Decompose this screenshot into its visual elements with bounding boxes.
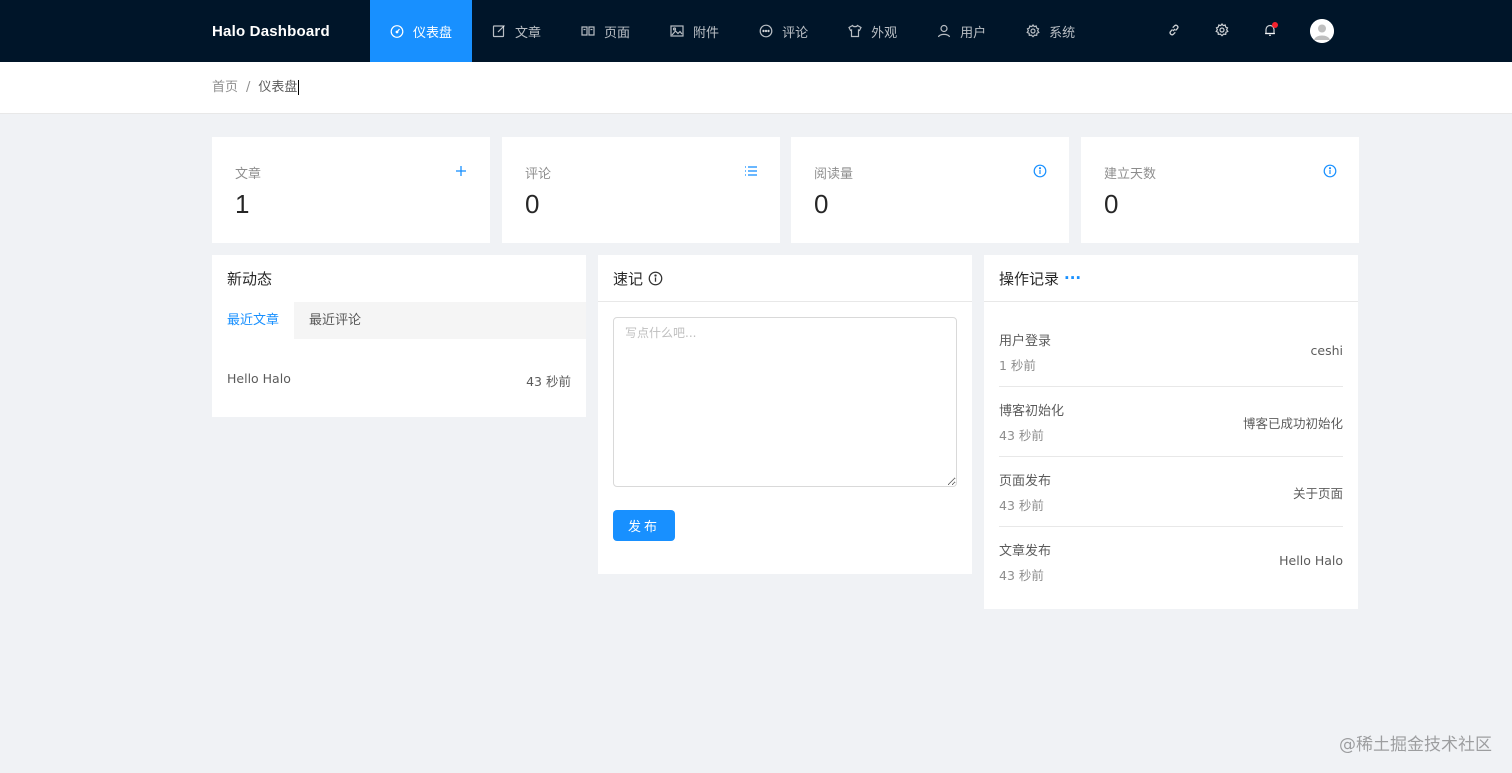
- nav-item-appearance[interactable]: 外观: [828, 0, 917, 62]
- nav-label: 用户: [960, 25, 987, 41]
- breadcrumb-separator: /: [246, 80, 251, 95]
- breadcrumb-home[interactable]: 首页: [212, 80, 238, 95]
- nav-label: 外观: [871, 25, 898, 41]
- stat-label: 建立天数: [1104, 167, 1157, 182]
- nav-item-posts[interactable]: 文章: [472, 0, 561, 62]
- stat-card-posts: 文章 1: [212, 137, 490, 243]
- tab-recent-posts[interactable]: 最近文章: [212, 302, 295, 339]
- picture-icon: [670, 24, 684, 38]
- nav-item-comments[interactable]: 评论: [739, 0, 828, 62]
- edit-icon: [492, 24, 506, 38]
- info-icon[interactable]: [648, 271, 663, 286]
- card-header: 速记: [598, 255, 972, 302]
- nav-label: 仪表盘: [413, 25, 453, 41]
- log-content: Hello Halo: [1279, 553, 1343, 568]
- plus-icon[interactable]: [454, 163, 468, 177]
- card-title: 操作记录: [999, 269, 1060, 288]
- memo-textarea[interactable]: [613, 317, 957, 487]
- list-icon[interactable]: [744, 163, 758, 177]
- nav-label: 评论: [782, 25, 809, 41]
- book-icon: [581, 24, 595, 38]
- skin-icon: [848, 24, 862, 38]
- stat-value: 0: [1104, 189, 1119, 219]
- post-time: 43 秒前: [526, 374, 571, 389]
- card-header: 操作记录 ···: [984, 255, 1358, 302]
- stat-card-days: 建立天数 0: [1081, 137, 1359, 243]
- log-content: 关于页面: [1292, 486, 1343, 501]
- log-content: 博客已成功初始化: [1242, 416, 1343, 431]
- log-time: 1 秒前: [999, 358, 1036, 373]
- list-item: 页面发布 43 秒前 关于页面: [999, 457, 1343, 527]
- link-icon: [1167, 22, 1181, 41]
- list-item: 文章发布 43 秒前 Hello Halo: [999, 527, 1343, 597]
- top-header: Halo Dashboard 仪表盘 文章 页面 附件 评论 外观 用户 系统: [0, 0, 1512, 62]
- logs-card: 操作记录 ··· 用户登录 1 秒前 ceshi 博客初始化 43 秒前 博客已…: [984, 255, 1358, 609]
- stat-label: 文章: [235, 167, 262, 182]
- stat-label: 阅读量: [814, 167, 854, 182]
- memo-card: 速记 发布: [598, 255, 972, 574]
- stat-label: 评论: [525, 167, 552, 182]
- publish-button[interactable]: 发布: [613, 510, 675, 541]
- log-title: 用户登录: [999, 334, 1052, 349]
- log-list: 用户登录 1 秒前 ceshi 博客初始化 43 秒前 博客已成功初始化 页面发…: [999, 317, 1343, 597]
- breadcrumb-current: 仪表盘: [258, 80, 300, 95]
- main-nav: 仪表盘 文章 页面 附件 评论 外观 用户 系统: [370, 0, 1095, 62]
- gear-icon: [1215, 22, 1229, 41]
- log-title: 文章发布: [999, 544, 1052, 559]
- notification-button[interactable]: [1246, 0, 1294, 62]
- dashboard-icon: [390, 24, 404, 38]
- message-icon: [759, 24, 773, 38]
- activity-tabs: 最近文章 最近评论: [212, 302, 586, 339]
- tab-recent-comments[interactable]: 最近评论: [294, 302, 376, 339]
- stat-card-comments: 评论 0: [502, 137, 780, 243]
- breadcrumb-bar: 首页 / 仪表盘: [0, 62, 1512, 114]
- card-title: 速记: [613, 269, 644, 288]
- list-item: 博客初始化 43 秒前 博客已成功初始化: [999, 387, 1343, 457]
- log-title: 博客初始化: [999, 404, 1065, 419]
- nav-label: 文章: [515, 25, 542, 41]
- nav-label: 页面: [604, 25, 631, 41]
- stat-card-views: 阅读量 0: [791, 137, 1069, 243]
- nav-item-attachments[interactable]: 附件: [650, 0, 739, 62]
- settings-button[interactable]: [1198, 0, 1246, 62]
- breadcrumb: 首页 / 仪表盘: [212, 62, 300, 114]
- header-tools: [1150, 0, 1342, 62]
- avatar: [1310, 19, 1334, 43]
- nav-item-system[interactable]: 系统: [1006, 0, 1095, 62]
- post-title-link[interactable]: Hello Halo: [227, 371, 291, 390]
- activity-card: 新动态 最近文章 最近评论 Hello Halo 43 秒前: [212, 255, 586, 417]
- user-menu[interactable]: [1294, 0, 1342, 62]
- log-time: 43 秒前: [999, 568, 1044, 583]
- user-icon: [937, 24, 951, 38]
- link-button[interactable]: [1150, 0, 1198, 62]
- info-icon[interactable]: [1033, 163, 1047, 178]
- log-time: 43 秒前: [999, 428, 1044, 443]
- nav-label: 系统: [1049, 25, 1076, 41]
- list-item: 用户登录 1 秒前 ceshi: [999, 317, 1343, 387]
- list-item: Hello Halo 43 秒前: [227, 371, 571, 390]
- stat-value: 1: [235, 189, 250, 219]
- watermark: @稀土掘金技术社区: [1339, 735, 1492, 755]
- info-icon[interactable]: [1323, 163, 1337, 178]
- log-content: ceshi: [1310, 343, 1343, 358]
- setting-icon: [1026, 24, 1040, 38]
- more-button[interactable]: ···: [1064, 269, 1081, 287]
- log-title: 页面发布: [999, 474, 1052, 489]
- stat-value: 0: [814, 189, 829, 219]
- stat-value: 0: [525, 189, 540, 219]
- log-time: 43 秒前: [999, 498, 1044, 513]
- brand-logo[interactable]: Halo Dashboard: [212, 0, 330, 62]
- nav-item-users[interactable]: 用户: [917, 0, 1006, 62]
- nav-item-pages[interactable]: 页面: [561, 0, 650, 62]
- nav-item-dashboard[interactable]: 仪表盘: [370, 0, 473, 62]
- card-title: 新动态: [227, 270, 273, 288]
- nav-label: 附件: [693, 25, 720, 41]
- notification-dot: [1272, 22, 1278, 28]
